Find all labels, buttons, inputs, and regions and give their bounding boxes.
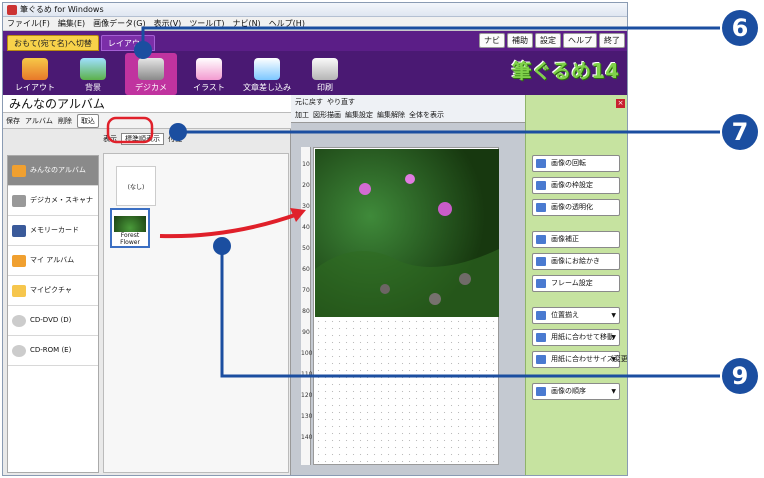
leader-dot-7 <box>169 123 187 141</box>
callout-7: 7 <box>722 114 758 150</box>
leader-dot-6 <box>134 41 152 59</box>
leader-line-9 <box>220 246 720 378</box>
callout-9: 9 <box>722 358 758 394</box>
callout-6: 6 <box>722 10 758 46</box>
import-highlight <box>106 116 154 144</box>
drag-arrow <box>159 212 299 239</box>
leader-dot-9 <box>213 237 231 255</box>
annotation-overlay <box>106 26 720 378</box>
screenshot-stage: 筆ぐるめ for Windows ファイル(F) 編集(E) 画像データ(G) … <box>0 0 764 478</box>
leader-line-6 <box>141 26 720 50</box>
